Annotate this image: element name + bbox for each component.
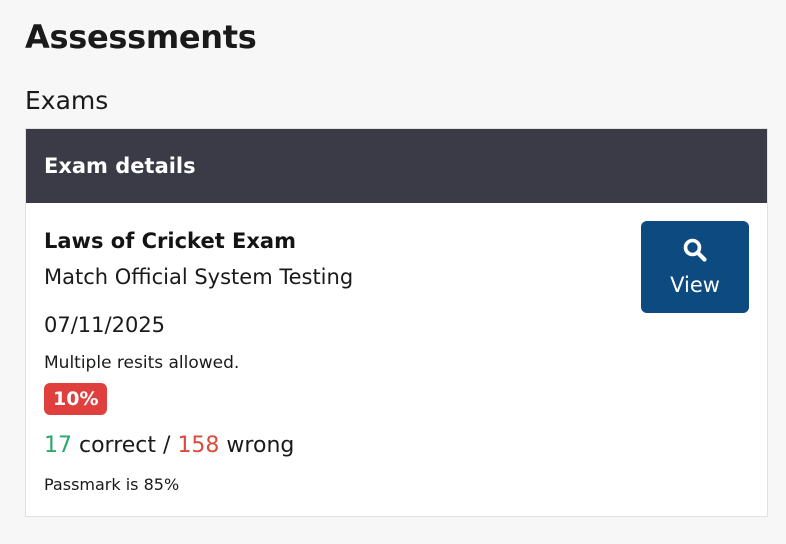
correct-count: 17 [44,433,72,458]
card-header: Exam details [26,129,767,203]
passmark-text: Passmark is 85% [44,475,180,494]
wrong-count: 158 [177,433,220,458]
score-badge: 10% [44,383,108,415]
view-button[interactable]: View [641,221,749,313]
resits-note: Multiple resits allowed. [44,353,240,373]
page-title: Assessments [25,18,257,56]
exam-name: Laws of Cricket Exam [44,229,296,253]
exam-subtitle: Match Official System Testing [44,265,354,289]
exam-card: Exam details Laws of Cricket Exam Match … [25,128,768,517]
section-title: Exams [25,86,109,115]
exam-date: 07/11/2025 [44,313,166,337]
assessments-page: Assessments Exams Exam details Laws of C… [0,0,786,544]
view-button-label: View [670,273,720,297]
results-line: 17 correct / 158 wrong [44,431,294,461]
card-header-title: Exam details [44,154,196,178]
correct-label: correct / [72,433,178,458]
wrong-label: wrong [219,433,295,458]
search-icon [683,238,707,262]
